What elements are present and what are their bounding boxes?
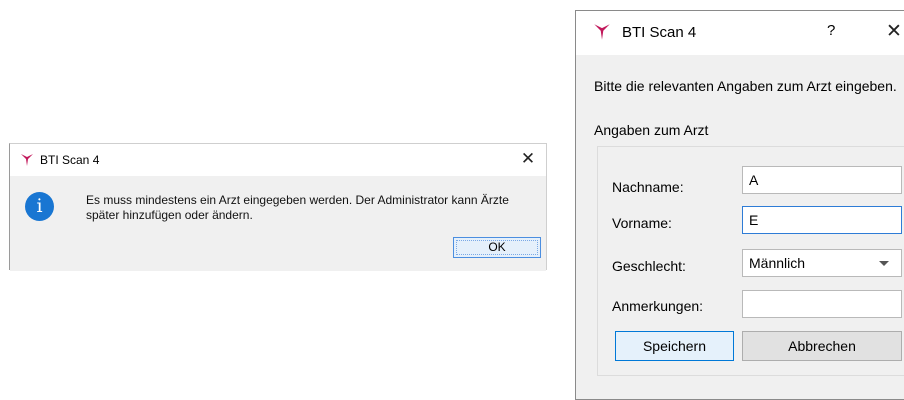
nachname-value: A: [749, 172, 759, 188]
message-box-title: BTI Scan 4: [40, 153, 100, 167]
nachname-label: Nachname:: [612, 179, 684, 195]
message-box-body: i Es muss mindestens ein Arzt eingegeben…: [10, 176, 546, 271]
vorname-value: E: [749, 212, 759, 228]
message-box: BTI Scan 4 ✕ i Es muss mindestens ein Ar…: [9, 143, 547, 271]
app-logo-icon: [593, 23, 611, 46]
message-box-titlebar: BTI Scan 4 ✕: [10, 144, 546, 176]
close-icon[interactable]: ✕: [516, 148, 540, 170]
nachname-input[interactable]: A: [742, 166, 902, 194]
group-title: Angaben zum Arzt: [594, 122, 709, 138]
dialog-titlebar: BTI Scan 4 ? ✕: [576, 11, 904, 55]
cancel-button[interactable]: Abbrechen: [742, 331, 902, 361]
app-logo-icon: [20, 152, 34, 171]
geschlecht-label: Geschlecht:: [612, 258, 686, 274]
geschlecht-select[interactable]: Männlich: [742, 249, 902, 277]
ok-button-label: OK: [488, 240, 506, 254]
chevron-down-icon: [879, 261, 889, 266]
vorname-label: Vorname:: [612, 215, 672, 231]
instruction-text: Bitte die relevanten Angaben zum Arzt ei…: [594, 78, 897, 94]
doctor-dialog: BTI Scan 4 ? ✕ Bitte die relevanten Anga…: [575, 10, 904, 400]
dialog-title: BTI Scan 4: [622, 24, 697, 41]
info-icon: i: [25, 192, 54, 221]
help-icon[interactable]: ?: [827, 22, 835, 39]
vorname-input[interactable]: E: [742, 206, 902, 234]
save-button[interactable]: Speichern: [615, 331, 734, 361]
geschlecht-value: Männlich: [749, 255, 806, 271]
anmerkungen-label: Anmerkungen:: [612, 298, 704, 314]
anmerkungen-input[interactable]: [742, 290, 902, 318]
message-text: Es muss mindestens ein Arzt eingegeben w…: [86, 193, 509, 222]
close-icon[interactable]: ✕: [886, 20, 902, 43]
ok-button[interactable]: OK: [453, 237, 541, 258]
